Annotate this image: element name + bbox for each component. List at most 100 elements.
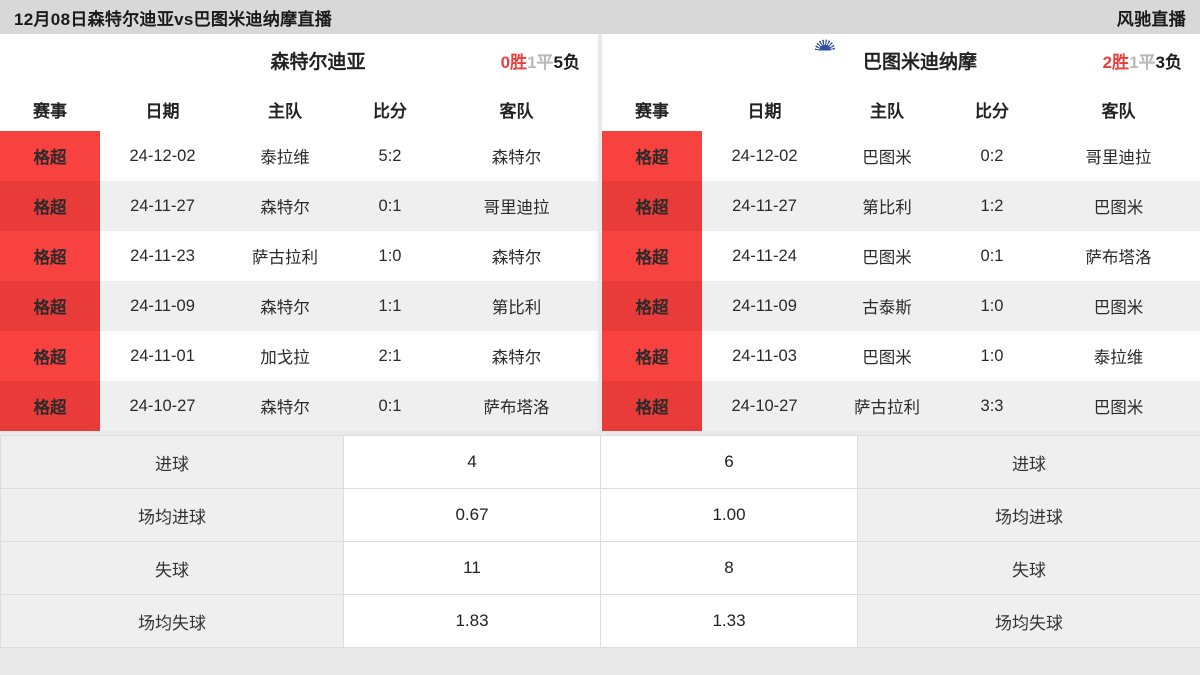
away-team: 泰拉维 [1037, 331, 1200, 381]
left-col-league: 赛事 [0, 87, 100, 131]
stat-right-label: 场均进球 [857, 488, 1200, 542]
right-team-header: 巴图米迪纳摩 2胜1平3负 [602, 34, 1200, 87]
match-date: 24-11-27 [100, 181, 225, 231]
away-team: 萨布塔洛 [1037, 231, 1200, 281]
table-row[interactable]: 格超 24-11-09 古泰斯 1:0 巴图米 [602, 281, 1200, 331]
home-team: 巴图米 [827, 231, 947, 281]
right-team-record: 2胜1平3负 [1103, 48, 1182, 73]
table-row[interactable]: 格超 24-10-27 森特尔 0:1 萨布塔洛 [0, 381, 598, 431]
stat-left-value: 11 [343, 541, 601, 595]
right-col-away: 客队 [1037, 87, 1200, 131]
stat-right-label: 进球 [857, 435, 1200, 489]
home-team: 泰拉维 [225, 131, 345, 181]
match-date: 24-12-02 [702, 131, 827, 181]
league-badge: 格超 [0, 131, 100, 181]
stat-right-value: 1.33 [600, 594, 858, 648]
stats-row: 失球 11 8 失球 [0, 541, 1200, 595]
stat-left-value: 4 [343, 435, 601, 489]
left-table-header-row: 赛事 日期 主队 比分 客队 [0, 87, 598, 131]
match-date: 24-11-23 [100, 231, 225, 281]
match-score: 1:0 [947, 331, 1037, 381]
right-col-date: 日期 [702, 87, 827, 131]
table-row[interactable]: 格超 24-11-09 森特尔 1:1 第比利 [0, 281, 598, 331]
league-badge: 格超 [602, 381, 702, 431]
left-col-score: 比分 [345, 87, 435, 131]
stats-table: 进球 4 6 进球 场均进球 0.67 1.00 场均进球 失球 11 8 失球 [0, 435, 1200, 648]
table-row[interactable]: 格超 24-11-27 第比利 1:2 巴图米 [602, 181, 1200, 231]
home-team: 加戈拉 [225, 331, 345, 381]
left-team-name: 森特尔迪亚 [270, 51, 366, 73]
away-team: 哥里迪拉 [1037, 131, 1200, 181]
stat-right-value: 6 [600, 435, 858, 489]
left-match-table: 赛事 日期 主队 比分 客队 格超 24-12-02 泰拉维 5:2 森特尔 格… [0, 87, 598, 431]
stats-row: 进球 4 6 进球 [0, 435, 1200, 489]
right-team-panel: 巴图米迪纳摩 2胜1平3负 赛事 日期 主队 比分 客队 格超 24-12-02… [602, 34, 1200, 431]
left-col-home: 主队 [225, 87, 345, 131]
away-team: 森特尔 [435, 231, 598, 281]
match-score: 2:1 [345, 331, 435, 381]
table-row[interactable]: 格超 24-11-23 萨古拉利 1:0 森特尔 [0, 231, 598, 281]
match-score: 3:3 [947, 381, 1037, 431]
stat-left-label: 进球 [0, 435, 344, 489]
left-record-losses: 5负 [553, 52, 580, 72]
left-record-wins: 0胜 [500, 52, 528, 72]
table-row[interactable]: 格超 24-11-01 加戈拉 2:1 森特尔 [0, 331, 598, 381]
league-badge: 格超 [602, 331, 702, 381]
home-team: 萨古拉利 [225, 231, 345, 281]
stat-left-label: 场均失球 [0, 594, 344, 648]
home-team: 森特尔 [225, 281, 345, 331]
match-date: 24-11-09 [702, 281, 827, 331]
stats-comparison: 进球 4 6 进球 场均进球 0.67 1.00 场均进球 失球 11 8 失球 [0, 435, 1200, 648]
left-team-record: 0胜1平5负 [501, 48, 580, 73]
home-team: 萨古拉利 [827, 381, 947, 431]
right-col-score: 比分 [947, 87, 1037, 131]
away-team: 第比利 [435, 281, 598, 331]
left-team-panel: 森特尔迪亚 0胜1平5负 赛事 日期 主队 比分 客队 格超 24-12-02 … [0, 34, 598, 431]
table-row[interactable]: 格超 24-12-02 巴图米 0:2 哥里迪拉 [602, 131, 1200, 181]
table-row[interactable]: 格超 24-11-03 巴图米 1:0 泰拉维 [602, 331, 1200, 381]
league-badge: 格超 [602, 181, 702, 231]
stat-left-label: 场均进球 [0, 488, 344, 542]
top-header-bar: 12月08日森特尔迪亚vs巴图米迪纳摩直播 风驰直播 [0, 0, 1200, 34]
right-record-wins: 2胜 [1102, 52, 1130, 72]
table-row[interactable]: 格超 24-10-27 萨古拉利 3:3 巴图米 [602, 381, 1200, 431]
table-row[interactable]: 格超 24-11-27 森特尔 0:1 哥里迪拉 [0, 181, 598, 231]
match-date: 24-11-03 [702, 331, 827, 381]
match-score: 1:1 [345, 281, 435, 331]
left-record-draws: 1平 [527, 52, 554, 72]
roundel-icon [814, 39, 855, 75]
home-team: 古泰斯 [827, 281, 947, 331]
away-team: 森特尔 [435, 131, 598, 181]
match-score: 0:1 [947, 231, 1037, 281]
table-row[interactable]: 格超 24-11-24 巴图米 0:1 萨布塔洛 [602, 231, 1200, 281]
right-table-header-row: 赛事 日期 主队 比分 客队 [602, 87, 1200, 131]
away-team: 哥里迪拉 [435, 181, 598, 231]
stat-left-value: 1.83 [343, 594, 601, 648]
match-score: 0:2 [947, 131, 1037, 181]
stat-right-label: 场均失球 [857, 594, 1200, 648]
away-team: 巴图米 [1037, 381, 1200, 431]
page-title: 12月08日森特尔迪亚vs巴图米迪纳摩直播 [14, 9, 333, 29]
match-date: 24-12-02 [100, 131, 225, 181]
away-team: 萨布塔洛 [435, 381, 598, 431]
away-team: 森特尔 [435, 331, 598, 381]
league-badge: 格超 [602, 281, 702, 331]
stats-row: 场均进球 0.67 1.00 场均进球 [0, 488, 1200, 542]
right-record-draws: 1平 [1129, 52, 1156, 72]
page-root: 12月08日森特尔迪亚vs巴图米迪纳摩直播 风驰直播 森特尔迪亚 0胜1平5负 [0, 0, 1200, 675]
match-date: 24-10-27 [100, 381, 225, 431]
stat-left-value: 0.67 [343, 488, 601, 542]
away-team: 巴图米 [1037, 181, 1200, 231]
right-team-name: 巴图米迪纳摩 [862, 51, 977, 73]
table-row[interactable]: 格超 24-12-02 泰拉维 5:2 森特尔 [0, 131, 598, 181]
home-team: 森特尔 [225, 381, 345, 431]
match-score: 0:1 [345, 381, 435, 431]
league-badge: 格超 [0, 181, 100, 231]
left-col-date: 日期 [100, 87, 225, 131]
home-team: 巴图米 [827, 331, 947, 381]
left-team-header: 森特尔迪亚 0胜1平5负 [0, 34, 598, 87]
match-date: 24-11-24 [702, 231, 827, 281]
league-badge: 格超 [0, 381, 100, 431]
stat-left-label: 失球 [0, 541, 344, 595]
match-date: 24-11-27 [702, 181, 827, 231]
